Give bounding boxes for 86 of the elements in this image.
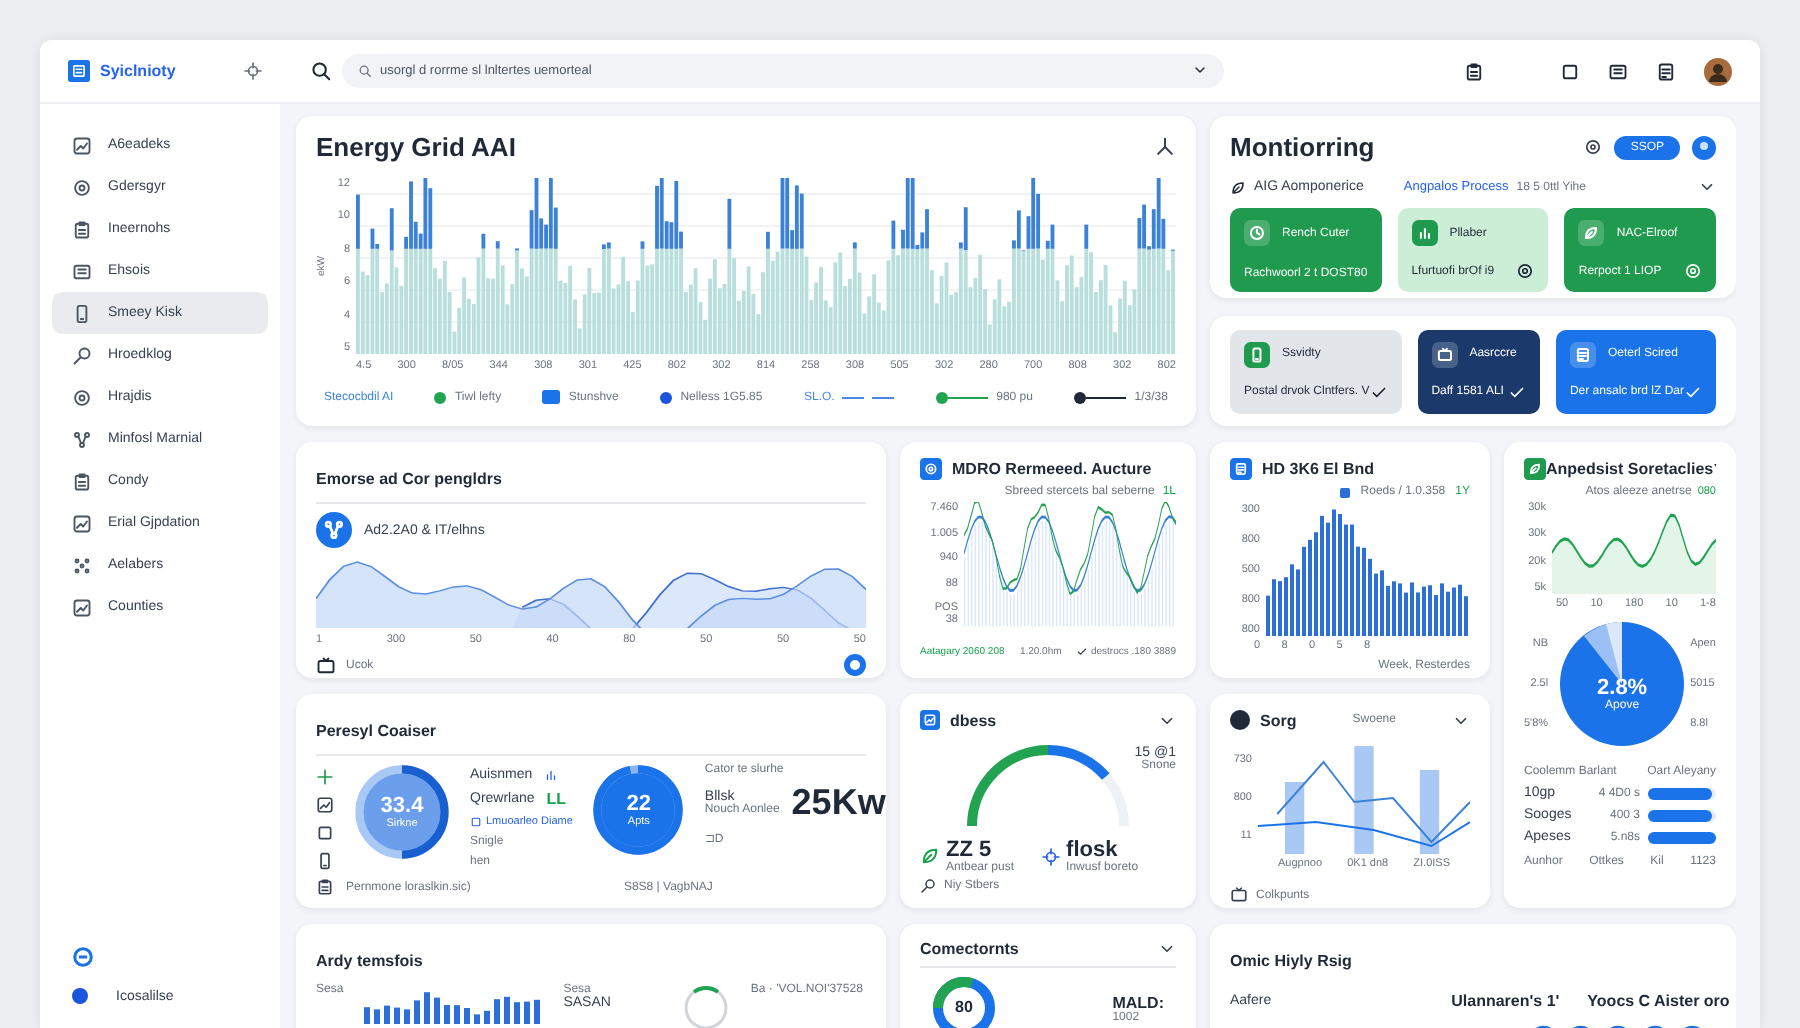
dots-icon	[72, 555, 92, 575]
avatar-icon[interactable]	[1704, 57, 1732, 85]
document-icon	[1230, 458, 1252, 480]
leaf-icon	[1578, 220, 1605, 246]
card-title: Ardy temsfois	[316, 952, 423, 970]
stat-value: flosk	[1066, 838, 1118, 862]
card-title: HD 3K6 El Bnd	[1262, 460, 1375, 478]
record-button[interactable]	[844, 654, 866, 676]
clipboard-icon	[72, 219, 92, 239]
card-title: dbess	[950, 711, 997, 729]
clipboard-icon	[1464, 61, 1484, 81]
document-icon	[1656, 61, 1676, 81]
card-title[interactable]: Anpedsist Soretaclies	[1546, 460, 1714, 478]
clipboard-icon	[316, 878, 334, 896]
card-title: Emorse ad Cor pengldrs	[316, 470, 502, 488]
screen-icon	[1230, 886, 1248, 904]
search-icon	[358, 64, 372, 78]
ring-icon	[1516, 262, 1535, 280]
check-icon	[1684, 383, 1702, 401]
check-icon	[1369, 383, 1388, 401]
clipboard-icon	[72, 471, 92, 491]
app-name: Syiclnioty	[100, 62, 178, 80]
chart-icon	[72, 513, 92, 533]
check-icon	[1507, 383, 1526, 401]
card-title: Peresyl Coaiser	[316, 722, 437, 740]
list-icon	[72, 261, 92, 281]
bar-icon	[544, 768, 559, 782]
settings-icon	[1584, 138, 1603, 156]
ring-value[interactable]: 22	[626, 792, 652, 816]
card-title: Energy Grid AAI	[316, 132, 516, 162]
avatar-icon	[1692, 135, 1716, 159]
chart-icon	[72, 135, 92, 155]
card-title: Omic Hiyly Rsig	[1230, 952, 1352, 970]
phone-icon	[1244, 341, 1270, 367]
magnifier-icon	[72, 345, 92, 365]
plus-icon	[316, 768, 334, 786]
network-icon	[72, 429, 92, 449]
chevron-down-icon	[1698, 178, 1716, 196]
pie-value: 2.8%	[1597, 676, 1648, 700]
chart-icon	[72, 597, 92, 617]
ring-icon	[1684, 262, 1702, 280]
clock-icon	[1244, 220, 1270, 246]
crosshair-icon	[1042, 847, 1061, 865]
donut-value: 80	[955, 1000, 973, 1016]
chart-icon	[920, 710, 940, 730]
card-title: Montiorring	[1230, 132, 1375, 162]
bar-icon	[1411, 220, 1438, 246]
ring-drawing	[682, 984, 731, 1028]
leaf-icon	[920, 846, 940, 866]
phone-icon	[72, 303, 92, 323]
card-title: Sorg	[1260, 711, 1297, 729]
screen-icon	[316, 655, 336, 675]
grid-icon	[68, 60, 90, 82]
ring-icon	[920, 458, 942, 480]
stat-label: MALD:	[1112, 993, 1164, 1011]
chevron-down-icon	[1192, 62, 1208, 78]
badge-icon	[1230, 710, 1250, 730]
ring-icon	[72, 387, 92, 407]
leaf-icon	[1524, 458, 1546, 480]
document-icon	[1569, 341, 1596, 367]
search-icon	[310, 60, 332, 82]
chevron-down-icon	[1158, 940, 1176, 958]
fork-icon	[1154, 136, 1176, 158]
list-icon	[1608, 61, 1628, 81]
status-label: LL	[546, 790, 567, 808]
square-icon	[470, 816, 482, 828]
check-icon	[1076, 646, 1089, 658]
square-icon	[316, 824, 334, 842]
leaf-icon	[1230, 179, 1246, 195]
status-dot	[72, 988, 88, 1004]
stat-value: 25Kw	[791, 782, 886, 824]
donut-chart-drawing	[932, 976, 996, 1028]
network-icon	[316, 512, 352, 548]
ring-icon	[72, 177, 92, 197]
group-label: Yoocs C Aister oro	[1587, 992, 1730, 1010]
stat-value: ZZ 5	[946, 838, 994, 862]
card-title: Comectornts	[920, 940, 1019, 958]
magnifier-icon	[920, 878, 936, 894]
card-title: MDRO Rermeeed. Aucture	[952, 460, 1152, 478]
pie-chart-drawing	[1560, 622, 1685, 746]
phone-icon	[316, 852, 334, 870]
square-icon	[1560, 61, 1580, 81]
chart-icon	[316, 796, 334, 814]
group-label: Ulannaren's 1'	[1451, 992, 1560, 1010]
crosshair-icon	[244, 62, 262, 80]
screen-icon	[1431, 341, 1458, 367]
